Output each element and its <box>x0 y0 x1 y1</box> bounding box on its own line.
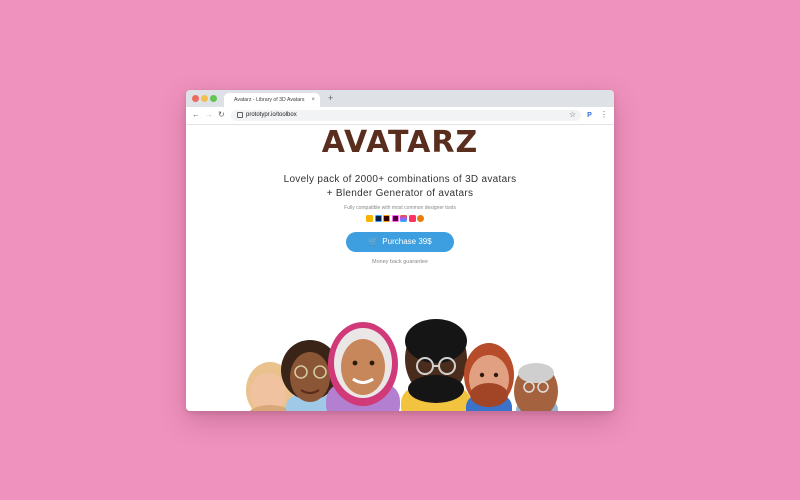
cart-icon: 🛒 <box>368 237 379 246</box>
browser-tab[interactable]: Avatarz - Library of 3D Avatars × <box>224 93 320 107</box>
avatar-older-man-glasses <box>514 363 558 411</box>
illustrator-icon <box>383 215 390 222</box>
headline: Lovely pack of 2000+ combinations of 3D … <box>186 173 614 201</box>
avatar-red-bearded-man <box>464 343 514 411</box>
bookmark-star-icon[interactable]: ☆ <box>569 109 576 121</box>
close-tab-icon[interactable]: × <box>311 93 315 107</box>
sketch-icon <box>366 215 373 222</box>
browser-toolbar: ← → ↻ prototypr.io/toolbox ☆ P ⋮ <box>186 107 614 125</box>
headline-line-2: + Blender Generator of avatars <box>326 188 474 199</box>
tab-bar: Avatarz - Library of 3D Avatars × + <box>186 90 614 107</box>
reload-icon[interactable]: ↻ <box>218 110 225 120</box>
minimize-window-button[interactable] <box>201 95 208 102</box>
new-tab-button[interactable]: + <box>328 92 333 105</box>
avatar-bearded-man-glasses <box>401 319 471 411</box>
invision-icon <box>408 215 416 222</box>
forward-icon[interactable]: → <box>205 110 213 120</box>
back-icon[interactable]: ← <box>192 110 200 120</box>
avatar-group-illustration <box>246 319 558 411</box>
lock-icon <box>237 112 243 118</box>
xd-icon <box>391 215 399 222</box>
close-window-button[interactable] <box>192 95 199 102</box>
browser-window: Avatarz - Library of 3D Avatars × + ← → … <box>186 90 614 411</box>
purchase-button[interactable]: 🛒 Purchase 39$ <box>346 232 454 252</box>
maximize-window-button[interactable] <box>210 95 217 102</box>
purchase-label: Purchase 39$ <box>382 237 432 246</box>
avatar-hijab-woman <box>326 322 400 411</box>
design-tool-icons <box>366 214 434 223</box>
photoshop-icon <box>374 215 382 222</box>
prototypr-extension-icon[interactable]: P <box>585 111 594 120</box>
page-content: AVATARZ Lovely pack of 2000+ combination… <box>186 125 614 411</box>
url-text: prototypr.io/toolbox <box>246 112 297 118</box>
browser-menu-icon[interactable]: ⋮ <box>600 109 608 121</box>
money-back-guarantee: Money back guarantee <box>372 259 428 265</box>
avatarz-logo: AVATARZ <box>321 125 479 160</box>
headline-line-1: Lovely pack of 2000+ combinations of 3D … <box>283 174 517 185</box>
compatibility-note: Fully compatible with most common design… <box>344 205 456 211</box>
tab-title: Avatarz - Library of 3D Avatars <box>234 97 305 103</box>
address-bar[interactable]: prototypr.io/toolbox <box>231 110 581 121</box>
blender-icon <box>417 215 424 222</box>
figma-icon <box>400 215 407 222</box>
